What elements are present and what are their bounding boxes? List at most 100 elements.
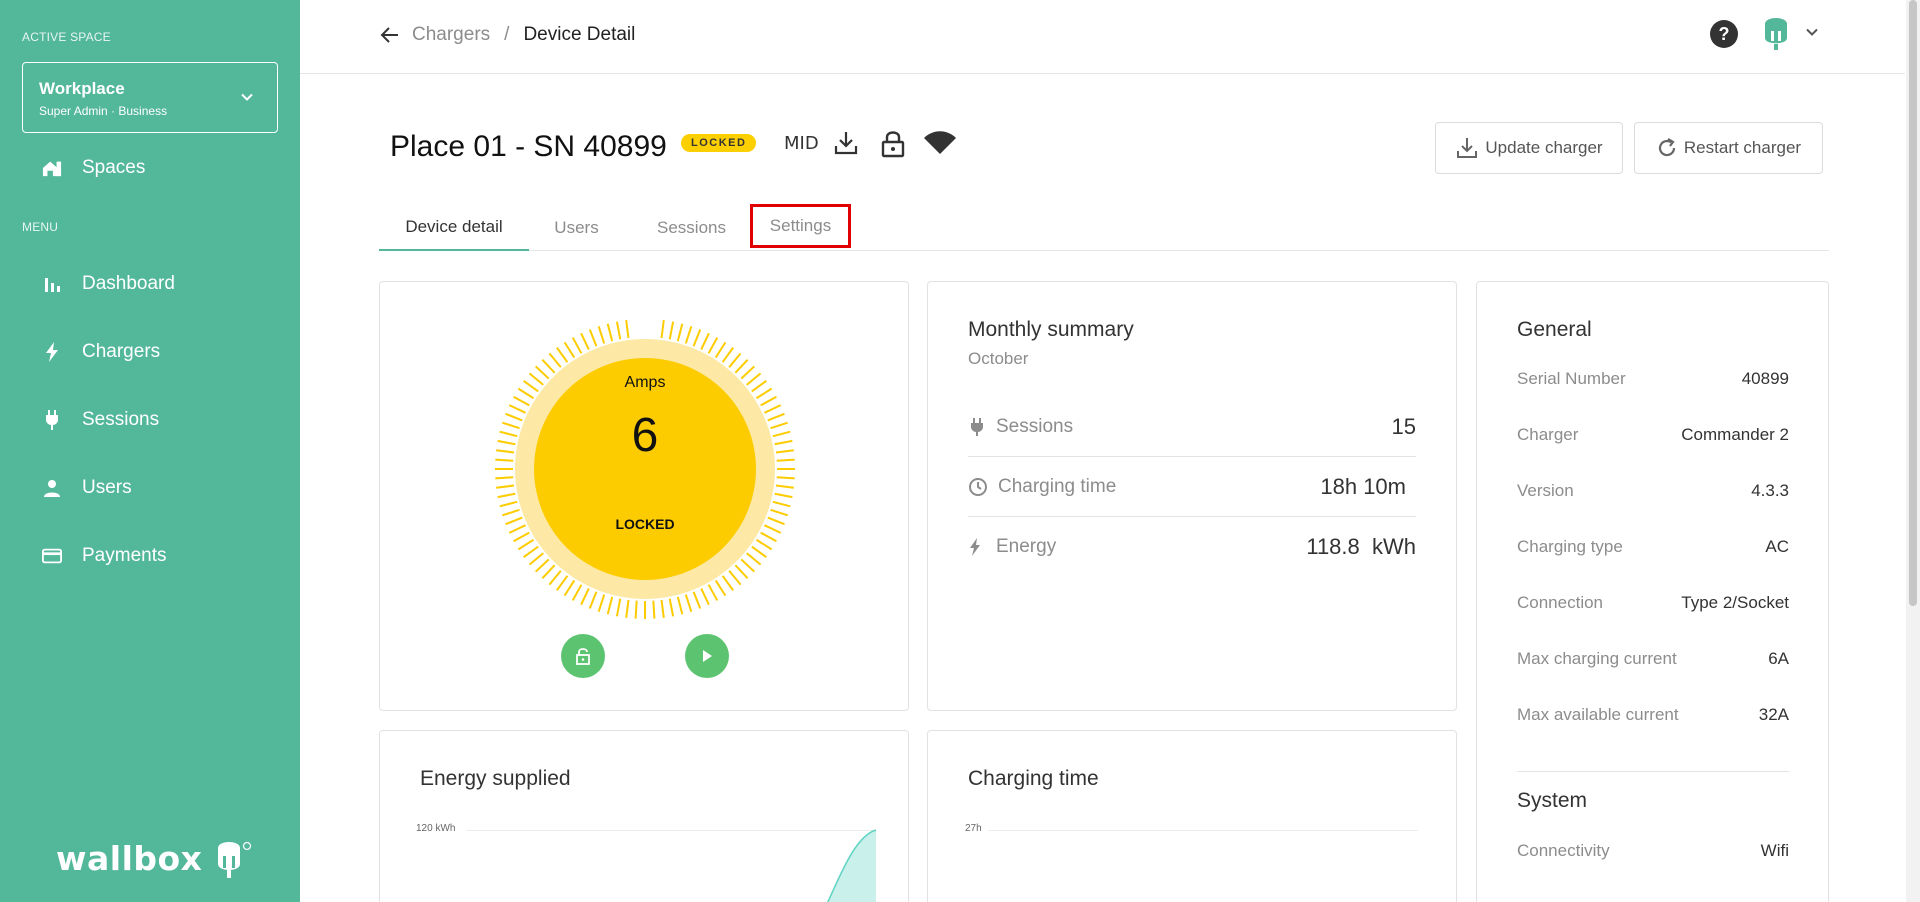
unlock-icon [576, 648, 590, 665]
breadcrumb: Chargers / Device Detail [380, 24, 635, 46]
gauge-tick [728, 352, 742, 368]
help-button[interactable]: ? [1710, 20, 1738, 48]
scrollbar-thumb[interactable] [1909, 0, 1917, 606]
gauge-tick [541, 358, 556, 374]
y-tick-label: 27h [965, 823, 982, 834]
gauge-tick [517, 538, 535, 551]
general-row: Max charging current 6A [1517, 649, 1789, 669]
system-value: Wifi [1760, 841, 1789, 860]
bolt-icon [42, 342, 62, 362]
general-row: Charger Commander 2 [1517, 425, 1789, 445]
summary-row-energy: Energy 118.8 kWh [968, 517, 1416, 577]
gauge-tick [556, 347, 569, 363]
tab-settings[interactable]: Settings [750, 204, 851, 248]
wifi-icon [924, 131, 956, 154]
gauge-tick [668, 598, 675, 617]
gauge-tick [774, 492, 793, 499]
wallbox-plug-logo-icon [218, 841, 252, 878]
status-badge: LOCKED [681, 134, 757, 152]
gauge-tick [606, 323, 614, 342]
gauge-tick [534, 558, 550, 573]
gauge-tick [606, 596, 614, 615]
download-icon[interactable] [833, 130, 859, 156]
summary-label: Charging time [998, 475, 1117, 497]
gauge-tick [497, 492, 516, 499]
gauge-tick [597, 594, 606, 612]
start-charging-button[interactable] [685, 634, 729, 678]
energy-chart-title: Energy supplied [420, 767, 571, 790]
logo-text: wallbox [56, 838, 203, 878]
gauge-tick [734, 358, 749, 374]
gauge-tick [588, 329, 598, 347]
energy-area-series [827, 829, 877, 902]
sidebar-item-chargers[interactable]: Chargers [42, 332, 160, 372]
restart-charger-button[interactable]: Restart charger [1634, 122, 1823, 174]
play-icon [703, 650, 712, 662]
tab-users[interactable]: Users [529, 204, 624, 251]
back-arrow-icon[interactable] [380, 26, 400, 44]
avatar [1765, 18, 1787, 50]
clock-icon [969, 477, 987, 496]
sidebar-item-users[interactable]: Users [42, 468, 132, 508]
gauge-tick [495, 476, 514, 480]
tab-device-detail[interactable]: Device detail [379, 204, 529, 251]
gauge-tick [760, 531, 777, 543]
gauge-tick [563, 579, 576, 597]
update-charger-label: Update charger [1485, 138, 1603, 157]
update-charger-button[interactable]: Update charger [1435, 122, 1623, 174]
gauge-tick [597, 326, 606, 344]
app-window: ACTIVE SPACE Workplace Super Admin · Bus… [0, 0, 1920, 902]
summary-row-sessions: Sessions 15 [968, 397, 1416, 457]
unlock-button[interactable] [561, 634, 605, 678]
chevron-down-icon [241, 93, 253, 101]
gauge-tick [502, 508, 520, 517]
sidebar-item-spaces[interactable]: Spaces [42, 148, 145, 188]
gauge-tick [692, 591, 702, 609]
gauge-tick [660, 320, 665, 339]
gauge-tick [775, 484, 794, 489]
tab-sessions[interactable]: Sessions [634, 204, 749, 251]
gauge-tick [571, 584, 583, 601]
lock-icon[interactable] [881, 130, 905, 158]
system-title: System [1517, 789, 1588, 812]
gauge-tick [684, 594, 693, 612]
gauge-tick [615, 598, 622, 617]
breadcrumb-chargers-link[interactable]: Chargers [412, 24, 490, 46]
gauge-tick [676, 596, 684, 615]
gauge-tick [660, 599, 665, 618]
space-selector[interactable]: Workplace Super Admin · Business [22, 62, 278, 133]
gauge-tick [499, 500, 518, 508]
breadcrumb-separator: / [504, 24, 510, 45]
gauge-tick [634, 600, 638, 619]
sidebar-item-label: Sessions [82, 409, 160, 430]
space-role: Super Admin · Business [39, 104, 168, 118]
gauge-tick [556, 575, 569, 591]
gauge-tick [548, 570, 562, 586]
sidebar-item-payments[interactable]: Payments [42, 536, 166, 576]
gauge-tick [615, 321, 622, 340]
page-scrollbar[interactable] [1906, 0, 1920, 902]
gauge-tick [700, 588, 710, 606]
general-value: Type 2/Socket [1681, 593, 1789, 612]
gauge-dial [495, 320, 795, 619]
gauge-tick [652, 600, 656, 619]
topbar: Chargers / Device Detail ? [300, 0, 1905, 74]
summary-value: 15 [1391, 413, 1416, 439]
gauge-tick [528, 552, 544, 566]
general-row: Max available current 32A [1517, 705, 1789, 725]
user-menu[interactable] [1762, 14, 1820, 50]
wallbox-logo: wallbox [56, 836, 254, 880]
general-label: Charging type [1517, 537, 1623, 556]
tab-label: Sessions [657, 217, 726, 237]
sidebar-item-dashboard[interactable]: Dashboard [42, 264, 175, 304]
gauge-tick [721, 347, 734, 363]
gauge-tick [770, 508, 788, 517]
sidebar-item-sessions[interactable]: Sessions [42, 400, 159, 440]
general-card: General Serial Number 40899 Charger Comman… [1476, 281, 1829, 902]
page-title: Place 01 - SN 40899 [390, 130, 667, 163]
sidebar-item-label: Users [82, 477, 132, 498]
gauge-tick [755, 538, 773, 551]
gauge-tick [721, 575, 734, 591]
sidebar-item-label: Chargers [82, 341, 161, 362]
gauge-tick [751, 545, 767, 558]
